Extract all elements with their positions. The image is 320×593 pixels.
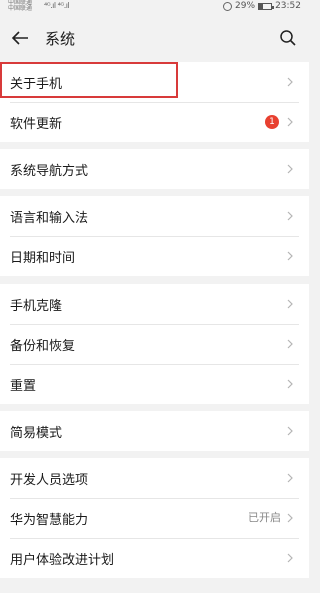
chevron-right-icon — [287, 299, 293, 309]
setting-developer-options[interactable]: 开发人员选项 — [0, 458, 309, 498]
battery-icon — [258, 2, 275, 10]
signal-icon: ⁴ᴳ.ıl ⁴ᴳ.ıl — [44, 1, 70, 10]
setting-about-phone[interactable]: 关于手机 — [0, 62, 309, 102]
setting-label: 语言和输入法 — [10, 210, 89, 226]
settings-group-2: 系统导航方式 — [0, 149, 309, 189]
chevron-right-icon — [287, 251, 293, 261]
chevron-right-icon — [287, 117, 293, 127]
setting-user-experience[interactable]: 用户体验改进计划 — [0, 538, 309, 578]
setting-huawei-smart[interactable]: 华为智慧能力 已开启 — [0, 498, 309, 538]
chevron-right-icon — [287, 164, 293, 174]
setting-reset[interactable]: 重置 — [0, 364, 309, 404]
settings-group-1: 关于手机 软件更新 1 — [0, 62, 309, 142]
setting-simple-mode[interactable]: 简易模式 — [0, 411, 309, 451]
setting-label: 重置 — [10, 378, 37, 394]
chevron-right-icon — [287, 211, 293, 221]
setting-label: 开发人员选项 — [10, 472, 89, 488]
search-icon[interactable] — [279, 29, 297, 47]
setting-backup-restore[interactable]: 备份和恢复 — [0, 324, 309, 364]
setting-status-value: 已开启 — [248, 511, 281, 524]
chevron-right-icon — [287, 426, 293, 436]
setting-label: 用户体验改进计划 — [10, 552, 115, 568]
chevron-right-icon — [287, 553, 293, 563]
settings-group-6: 开发人员选项 华为智慧能力 已开启 用户体验改进计划 — [0, 458, 309, 578]
setting-label: 简易模式 — [10, 425, 63, 441]
chevron-right-icon — [287, 379, 293, 389]
setting-phone-clone[interactable]: 手机克隆 — [0, 284, 309, 324]
carrier-info: 中国联通 中国联通 — [8, 0, 32, 12]
chevron-right-icon — [287, 339, 293, 349]
setting-label: 日期和时间 — [10, 250, 76, 266]
setting-label: 备份和恢复 — [10, 338, 76, 354]
chevron-right-icon — [287, 473, 293, 483]
status-bar: 中国联通 中国联通 ⁴ᴳ.ıl ⁴ᴳ.ıl 29% 23:52 — [0, 0, 309, 14]
battery-percent: 29% — [235, 1, 256, 11]
settings-group-5: 简易模式 — [0, 411, 309, 451]
alarm-icon — [223, 1, 233, 11]
clock: 23:52 — [275, 1, 301, 11]
app-header: 系统 — [0, 14, 309, 62]
setting-label: 手机克隆 — [10, 298, 63, 314]
settings-group-3: 语言和输入法 日期和时间 — [0, 196, 309, 276]
back-arrow-icon[interactable] — [10, 28, 30, 48]
setting-label: 软件更新 — [10, 116, 63, 132]
settings-group-4: 手机克隆 备份和恢复 重置 — [0, 284, 309, 404]
chevron-right-icon — [287, 77, 293, 87]
setting-software-update[interactable]: 软件更新 1 — [0, 102, 309, 142]
setting-language-input[interactable]: 语言和输入法 — [0, 196, 309, 236]
carrier-name-2: 中国联通 — [8, 5, 33, 12]
page-title: 系统 — [45, 30, 76, 48]
setting-label: 系统导航方式 — [10, 163, 89, 179]
setting-system-navigation[interactable]: 系统导航方式 — [0, 149, 309, 189]
chevron-right-icon — [287, 513, 293, 523]
update-count-badge: 1 — [265, 115, 279, 129]
setting-label: 华为智慧能力 — [10, 512, 89, 528]
setting-label: 关于手机 — [10, 76, 63, 92]
setting-date-time[interactable]: 日期和时间 — [0, 236, 309, 276]
